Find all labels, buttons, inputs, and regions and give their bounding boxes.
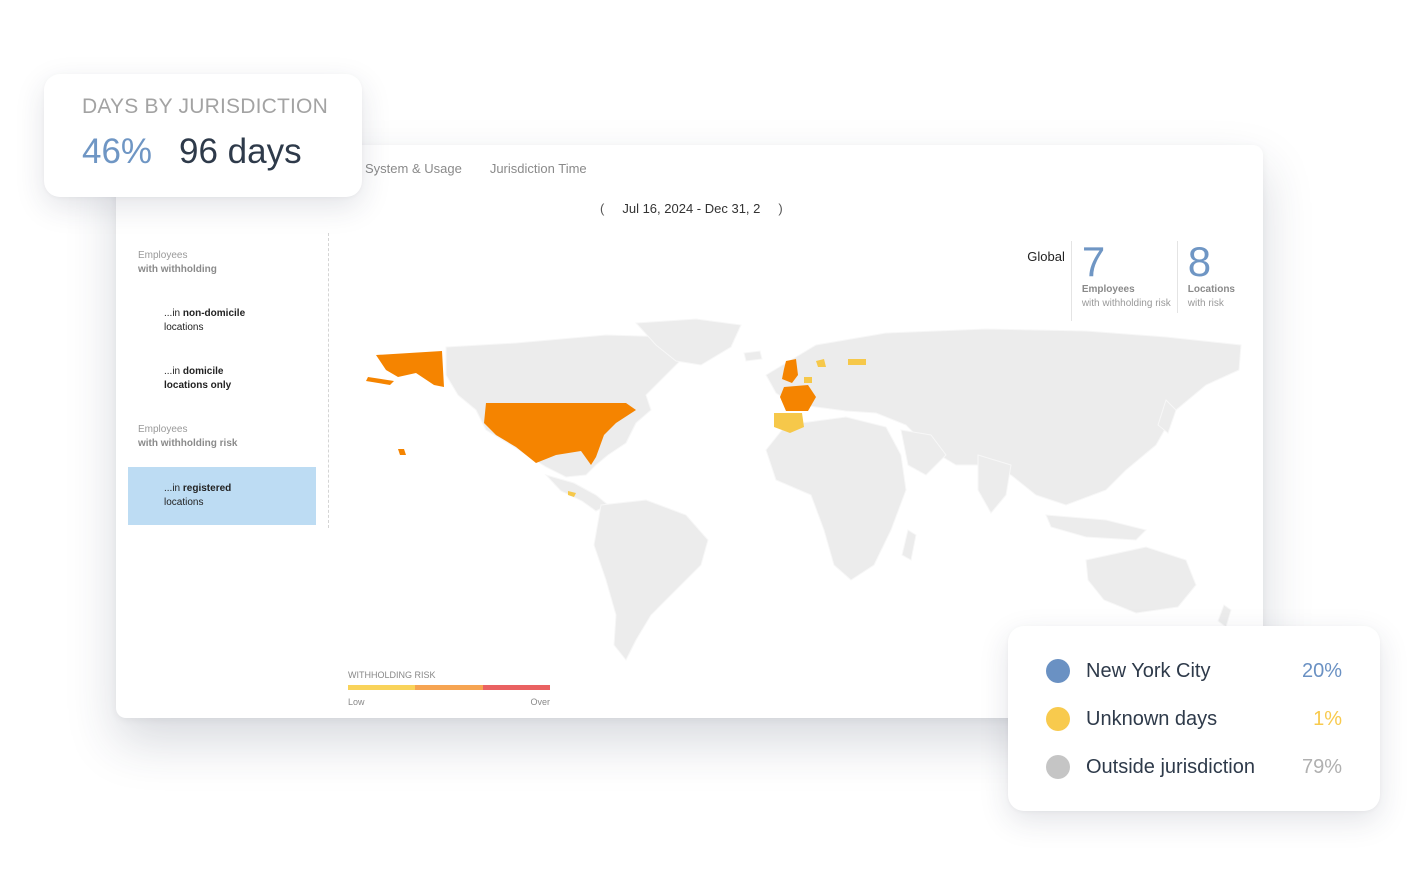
- employees-count: 7: [1081, 238, 1106, 285]
- legend-dot-nyc: [1046, 659, 1070, 683]
- map-central-america: [544, 474, 609, 512]
- map-south-america: [593, 499, 709, 661]
- days-count: 96 days: [179, 132, 302, 171]
- filter-sidebar: Employees with withholding ...in non-dom…: [116, 233, 329, 528]
- map-indonesia: [1045, 514, 1147, 541]
- legend-row-unknown: Unknown days 1%: [1046, 704, 1342, 734]
- date-range-picker: ( Jul 16, 2024 - Dec 31, 2 ): [596, 201, 787, 216]
- legend-dot-unknown: [1046, 707, 1070, 731]
- tab-system-usage[interactable]: System & Usage: [365, 161, 462, 176]
- legend-color-low: [348, 685, 416, 690]
- map-hawaii: [398, 449, 406, 455]
- map-france: [780, 385, 816, 411]
- tab-jurisdiction-time[interactable]: Jurisdiction Time: [490, 161, 587, 176]
- legend-color-over: [482, 685, 550, 690]
- sidebar-item-registered[interactable]: ...in registered locations: [128, 467, 316, 525]
- legend-title: WITHHOLDING RISK: [348, 670, 436, 680]
- days-card-title: DAYS BY JURISDICTION: [82, 95, 328, 118]
- legend-row-nyc: New York City 20%: [1046, 656, 1342, 686]
- legend-dot-outside: [1046, 755, 1070, 779]
- days-by-jurisdiction-card: DAYS BY JURISDICTION 46% 96 days: [44, 74, 362, 197]
- map-australia: [1085, 546, 1197, 614]
- sidebar-item-domicile[interactable]: ...in domicile locations only: [128, 365, 316, 393]
- map-iceland: [743, 350, 763, 362]
- world-map[interactable]: [346, 315, 1246, 675]
- sidebar-label-withholding: Employees with withholding: [138, 250, 217, 275]
- map-africa: [765, 416, 907, 581]
- legend-low-label: Low: [348, 697, 365, 707]
- employees-stat[interactable]: 7 Employees with withholding risk: [1072, 241, 1178, 313]
- date-prev-button[interactable]: (: [596, 201, 608, 216]
- map-madagascar: [901, 529, 917, 561]
- jurisdiction-legend-card: New York City 20% Unknown days 1% Outsid…: [1008, 626, 1380, 811]
- tab-bar: System & Usage Jurisdiction Time: [365, 161, 587, 176]
- sidebar-label-risk: Employees with withholding risk: [138, 424, 238, 449]
- global-label: Global: [1027, 241, 1072, 321]
- sidebar-item-non-domicile[interactable]: ...in non-domicile locations: [128, 307, 316, 335]
- map-india: [977, 454, 1012, 514]
- legend-gradient: [348, 685, 550, 690]
- legend-row-outside: Outside jurisdiction 79%: [1046, 752, 1342, 782]
- map-new-zealand: [1217, 604, 1232, 628]
- date-range-label[interactable]: Jul 16, 2024 - Dec 31, 2: [622, 201, 760, 216]
- risk-stats: Global 7 Employees with withholding risk …: [1027, 241, 1241, 321]
- legend-over-label: Over: [530, 697, 550, 707]
- map-benelux: [804, 377, 812, 383]
- date-next-button[interactable]: ): [774, 201, 786, 216]
- locations-count: 8: [1187, 238, 1212, 285]
- days-percent: 46%: [82, 132, 153, 171]
- map-baltic: [848, 359, 866, 365]
- map-alaska-chain: [366, 377, 394, 385]
- locations-stat[interactable]: 8 Locations with risk: [1178, 241, 1241, 313]
- withholding-risk-legend: WITHHOLDING RISK Low Over: [348, 670, 550, 707]
- legend-color-mid: [415, 685, 483, 690]
